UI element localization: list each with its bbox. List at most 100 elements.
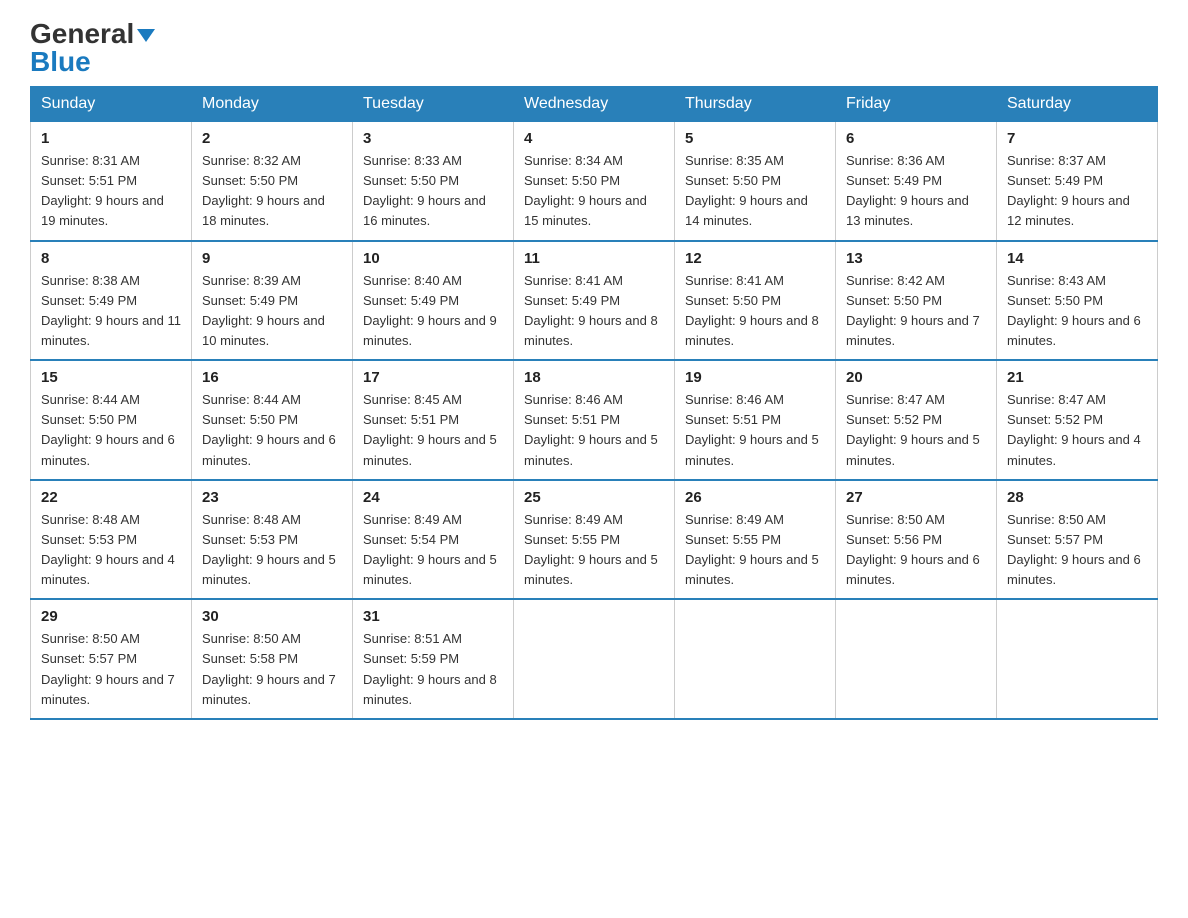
weekday-header-wednesday: Wednesday (514, 87, 675, 122)
week-row-2: 8 Sunrise: 8:38 AM Sunset: 5:49 PM Dayli… (31, 241, 1158, 361)
day-number: 7 (1007, 130, 1147, 147)
weekday-header-tuesday: Tuesday (353, 87, 514, 122)
day-info: Sunrise: 8:39 AM Sunset: 5:49 PM Dayligh… (202, 271, 342, 352)
day-info: Sunrise: 8:46 AM Sunset: 5:51 PM Dayligh… (685, 390, 825, 471)
day-number: 11 (524, 250, 664, 267)
day-cell: 14 Sunrise: 8:43 AM Sunset: 5:50 PM Dayl… (997, 241, 1158, 361)
day-number: 25 (524, 489, 664, 506)
day-number: 9 (202, 250, 342, 267)
weekday-header-monday: Monday (192, 87, 353, 122)
day-number: 27 (846, 489, 986, 506)
day-cell: 26 Sunrise: 8:49 AM Sunset: 5:55 PM Dayl… (675, 480, 836, 600)
day-cell: 21 Sunrise: 8:47 AM Sunset: 5:52 PM Dayl… (997, 360, 1158, 480)
day-info: Sunrise: 8:33 AM Sunset: 5:50 PM Dayligh… (363, 151, 503, 232)
day-number: 26 (685, 489, 825, 506)
day-number: 12 (685, 250, 825, 267)
day-cell (836, 599, 997, 719)
day-cell: 18 Sunrise: 8:46 AM Sunset: 5:51 PM Dayl… (514, 360, 675, 480)
day-cell: 8 Sunrise: 8:38 AM Sunset: 5:49 PM Dayli… (31, 241, 192, 361)
day-info: Sunrise: 8:43 AM Sunset: 5:50 PM Dayligh… (1007, 271, 1147, 352)
day-info: Sunrise: 8:42 AM Sunset: 5:50 PM Dayligh… (846, 271, 986, 352)
day-number: 19 (685, 369, 825, 386)
day-info: Sunrise: 8:34 AM Sunset: 5:50 PM Dayligh… (524, 151, 664, 232)
week-row-1: 1 Sunrise: 8:31 AM Sunset: 5:51 PM Dayli… (31, 122, 1158, 241)
day-cell: 25 Sunrise: 8:49 AM Sunset: 5:55 PM Dayl… (514, 480, 675, 600)
day-cell: 17 Sunrise: 8:45 AM Sunset: 5:51 PM Dayl… (353, 360, 514, 480)
day-cell: 15 Sunrise: 8:44 AM Sunset: 5:50 PM Dayl… (31, 360, 192, 480)
day-cell: 5 Sunrise: 8:35 AM Sunset: 5:50 PM Dayli… (675, 122, 836, 241)
calendar-header: SundayMondayTuesdayWednesdayThursdayFrid… (31, 87, 1158, 122)
day-number: 15 (41, 369, 181, 386)
day-info: Sunrise: 8:41 AM Sunset: 5:49 PM Dayligh… (524, 271, 664, 352)
day-cell: 4 Sunrise: 8:34 AM Sunset: 5:50 PM Dayli… (514, 122, 675, 241)
day-info: Sunrise: 8:41 AM Sunset: 5:50 PM Dayligh… (685, 271, 825, 352)
day-number: 1 (41, 130, 181, 147)
day-info: Sunrise: 8:45 AM Sunset: 5:51 PM Dayligh… (363, 390, 503, 471)
day-cell: 20 Sunrise: 8:47 AM Sunset: 5:52 PM Dayl… (836, 360, 997, 480)
week-row-3: 15 Sunrise: 8:44 AM Sunset: 5:50 PM Dayl… (31, 360, 1158, 480)
day-cell: 1 Sunrise: 8:31 AM Sunset: 5:51 PM Dayli… (31, 122, 192, 241)
day-number: 21 (1007, 369, 1147, 386)
weekday-header-row: SundayMondayTuesdayWednesdayThursdayFrid… (31, 87, 1158, 122)
day-info: Sunrise: 8:32 AM Sunset: 5:50 PM Dayligh… (202, 151, 342, 232)
day-info: Sunrise: 8:35 AM Sunset: 5:50 PM Dayligh… (685, 151, 825, 232)
logo-triangle-icon (137, 29, 155, 42)
day-number: 23 (202, 489, 342, 506)
calendar-table: SundayMondayTuesdayWednesdayThursdayFrid… (30, 86, 1158, 720)
day-number: 22 (41, 489, 181, 506)
day-number: 8 (41, 250, 181, 267)
day-info: Sunrise: 8:38 AM Sunset: 5:49 PM Dayligh… (41, 271, 181, 352)
day-number: 3 (363, 130, 503, 147)
day-info: Sunrise: 8:37 AM Sunset: 5:49 PM Dayligh… (1007, 151, 1147, 232)
logo: General Blue (30, 20, 155, 76)
day-number: 24 (363, 489, 503, 506)
day-info: Sunrise: 8:44 AM Sunset: 5:50 PM Dayligh… (202, 390, 342, 471)
calendar-body: 1 Sunrise: 8:31 AM Sunset: 5:51 PM Dayli… (31, 122, 1158, 719)
day-number: 31 (363, 608, 503, 625)
day-info: Sunrise: 8:40 AM Sunset: 5:49 PM Dayligh… (363, 271, 503, 352)
day-info: Sunrise: 8:49 AM Sunset: 5:54 PM Dayligh… (363, 510, 503, 591)
page-header: General Blue (30, 20, 1158, 76)
day-cell: 30 Sunrise: 8:50 AM Sunset: 5:58 PM Dayl… (192, 599, 353, 719)
logo-line1: General (30, 20, 155, 48)
week-row-4: 22 Sunrise: 8:48 AM Sunset: 5:53 PM Dayl… (31, 480, 1158, 600)
day-number: 2 (202, 130, 342, 147)
week-row-5: 29 Sunrise: 8:50 AM Sunset: 5:57 PM Dayl… (31, 599, 1158, 719)
day-cell: 28 Sunrise: 8:50 AM Sunset: 5:57 PM Dayl… (997, 480, 1158, 600)
weekday-header-sunday: Sunday (31, 87, 192, 122)
day-info: Sunrise: 8:51 AM Sunset: 5:59 PM Dayligh… (363, 629, 503, 710)
day-info: Sunrise: 8:48 AM Sunset: 5:53 PM Dayligh… (202, 510, 342, 591)
weekday-header-saturday: Saturday (997, 87, 1158, 122)
day-number: 18 (524, 369, 664, 386)
day-number: 29 (41, 608, 181, 625)
day-info: Sunrise: 8:46 AM Sunset: 5:51 PM Dayligh… (524, 390, 664, 471)
day-number: 17 (363, 369, 503, 386)
day-info: Sunrise: 8:47 AM Sunset: 5:52 PM Dayligh… (1007, 390, 1147, 471)
day-info: Sunrise: 8:49 AM Sunset: 5:55 PM Dayligh… (685, 510, 825, 591)
day-cell: 6 Sunrise: 8:36 AM Sunset: 5:49 PM Dayli… (836, 122, 997, 241)
day-cell: 29 Sunrise: 8:50 AM Sunset: 5:57 PM Dayl… (31, 599, 192, 719)
day-number: 6 (846, 130, 986, 147)
day-number: 13 (846, 250, 986, 267)
day-cell: 22 Sunrise: 8:48 AM Sunset: 5:53 PM Dayl… (31, 480, 192, 600)
day-cell (675, 599, 836, 719)
weekday-header-thursday: Thursday (675, 87, 836, 122)
day-number: 14 (1007, 250, 1147, 267)
day-cell: 9 Sunrise: 8:39 AM Sunset: 5:49 PM Dayli… (192, 241, 353, 361)
day-cell: 23 Sunrise: 8:48 AM Sunset: 5:53 PM Dayl… (192, 480, 353, 600)
day-number: 5 (685, 130, 825, 147)
day-number: 16 (202, 369, 342, 386)
day-cell: 11 Sunrise: 8:41 AM Sunset: 5:49 PM Dayl… (514, 241, 675, 361)
day-number: 10 (363, 250, 503, 267)
day-info: Sunrise: 8:47 AM Sunset: 5:52 PM Dayligh… (846, 390, 986, 471)
day-cell: 19 Sunrise: 8:46 AM Sunset: 5:51 PM Dayl… (675, 360, 836, 480)
weekday-header-friday: Friday (836, 87, 997, 122)
day-info: Sunrise: 8:50 AM Sunset: 5:57 PM Dayligh… (1007, 510, 1147, 591)
day-info: Sunrise: 8:50 AM Sunset: 5:58 PM Dayligh… (202, 629, 342, 710)
day-cell: 10 Sunrise: 8:40 AM Sunset: 5:49 PM Dayl… (353, 241, 514, 361)
day-cell: 12 Sunrise: 8:41 AM Sunset: 5:50 PM Dayl… (675, 241, 836, 361)
day-cell: 16 Sunrise: 8:44 AM Sunset: 5:50 PM Dayl… (192, 360, 353, 480)
day-cell: 3 Sunrise: 8:33 AM Sunset: 5:50 PM Dayli… (353, 122, 514, 241)
day-info: Sunrise: 8:50 AM Sunset: 5:56 PM Dayligh… (846, 510, 986, 591)
day-cell (997, 599, 1158, 719)
